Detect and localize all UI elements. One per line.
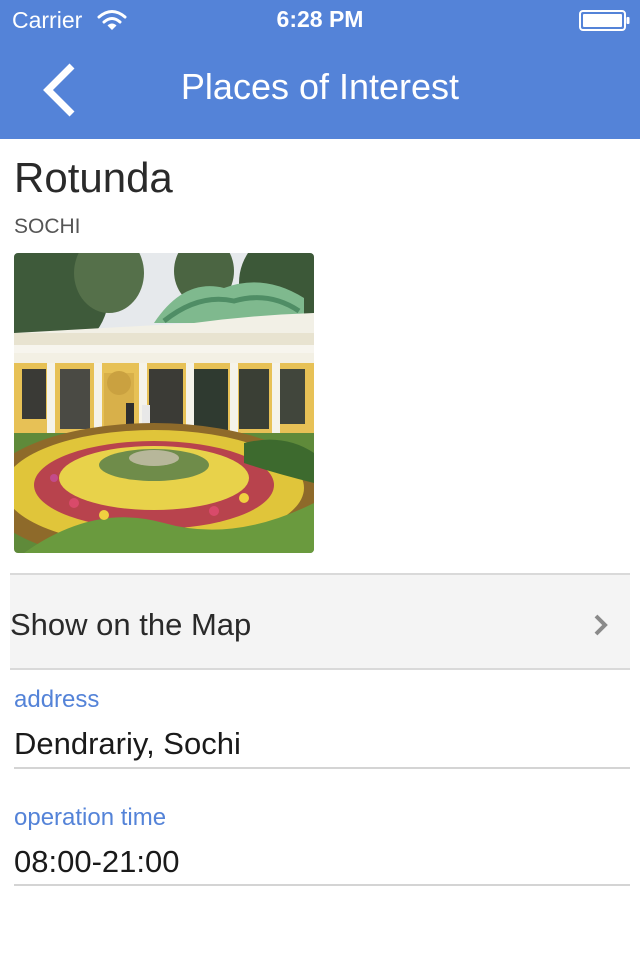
chevron-right-icon	[592, 613, 610, 637]
rotunda-photo	[14, 253, 314, 553]
address-value: Dendrariy, Sochi	[14, 726, 241, 761]
show-on-map-label: Show on the Map	[10, 607, 252, 642]
divider	[14, 884, 630, 886]
divider	[14, 767, 630, 769]
operation-time-value: 08:00-21:00	[14, 844, 180, 879]
address-label: address	[14, 686, 100, 713]
status-time: 6:28 PM	[276, 6, 364, 32]
city-label: SOCHI	[14, 215, 81, 238]
status-bar: Carrier 6:28 PM	[0, 0, 640, 40]
place-title: Rotunda	[14, 154, 173, 201]
show-on-map-row[interactable]: Show on the Map	[10, 573, 630, 670]
battery-icon	[579, 10, 631, 31]
page-title: Places of Interest	[180, 66, 460, 107]
operation-time-label: operation time	[14, 804, 167, 831]
navigation-header: Carrier 6:28 PM Places of Interest	[0, 0, 640, 139]
